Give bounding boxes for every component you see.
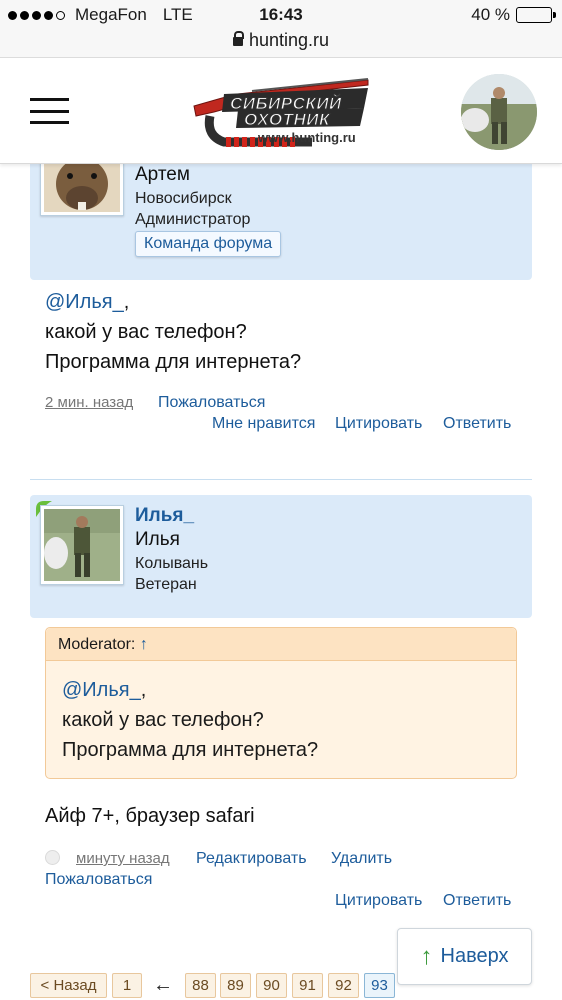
page-link[interactable]: 91 [292, 973, 323, 998]
avatar-photo [461, 74, 537, 150]
left-arrow-icon[interactable]: ← [153, 973, 173, 997]
quote-line: Программа для интернета? [62, 739, 319, 761]
post-time-link[interactable]: 2 мин. назад [45, 394, 133, 411]
edit-link[interactable]: Редактировать [196, 850, 307, 868]
author-avatar[interactable] [40, 505, 124, 585]
url-text[interactable]: hunting.ru [249, 30, 329, 50]
up-arrow-icon: ↑ [420, 942, 433, 970]
page-link[interactable]: 1 [112, 973, 142, 998]
author-location: Колывань [135, 555, 209, 572]
author-name[interactable]: Артем [135, 164, 190, 186]
scroll-to-top-button[interactable]: ↑ Наверх [397, 928, 532, 985]
report-link[interactable]: Пожаловаться [45, 871, 152, 889]
address-bar[interactable]: hunting.ru [0, 30, 562, 58]
page-link[interactable]: 89 [220, 973, 251, 998]
report-link[interactable]: Пожаловаться [158, 394, 265, 412]
post-message: Айф 7+, браузер safari [45, 805, 255, 827]
post-author-card: Артем Новосибирск Администратор Команда … [30, 136, 532, 280]
mention-link[interactable]: @Илья_ [62, 679, 141, 701]
scroll-to-top-label: Наверх [440, 945, 509, 967]
mention-suffix: , [140, 679, 147, 701]
battery-percent: 40 % [471, 5, 510, 24]
page-link[interactable]: 92 [328, 973, 359, 998]
quote-link[interactable]: Цитировать [335, 892, 422, 910]
site-logo[interactable]: СИБИРСКИЙ ОХОТНИК www.hunting.ru [192, 76, 372, 148]
lock-icon [232, 31, 244, 46]
post-message: @Илья_, какой у вас телефон? Программа д… [45, 287, 301, 377]
post-time-link[interactable]: минуту назад [76, 850, 170, 867]
site-header: СИБИРСКИЙ ОХОТНИК www.hunting.ru [0, 58, 562, 164]
mention-suffix: , [123, 291, 130, 313]
post-author-card: Илья_ Илья Колывань Ветеран [30, 495, 532, 618]
page-link[interactable]: 88 [185, 973, 216, 998]
delete-link[interactable]: Удалить [331, 850, 392, 868]
author-rank: Администратор [135, 211, 251, 228]
user-avatar[interactable] [461, 74, 537, 150]
author-username[interactable]: Илья_ [135, 505, 194, 527]
prev-page-button[interactable]: < Назад [30, 973, 107, 998]
logo-line-2: ОХОТНИК [244, 110, 330, 130]
page-link[interactable]: 90 [256, 973, 287, 998]
hunter-avatar-icon [44, 509, 120, 581]
current-page: 93 [364, 973, 395, 998]
message-line: какой у вас телефон? [45, 321, 247, 343]
quote-link[interactable]: Цитировать [335, 415, 422, 433]
select-post-checkbox[interactable] [45, 850, 60, 865]
author-name: Илья [135, 529, 180, 550]
quote-header: Moderator: ↑ [46, 628, 516, 661]
like-link[interactable]: Мне нравится [212, 415, 315, 433]
status-bar: MegaFon LTE 16:43 40 % [0, 0, 562, 30]
quote-block: Moderator: ↑ @Илья_, какой у вас телефон… [45, 627, 517, 779]
reply-link[interactable]: Ответить [443, 415, 511, 433]
team-badge[interactable]: Команда форума [135, 231, 282, 257]
quote-author: Moderator: [58, 636, 136, 653]
reply-link[interactable]: Ответить [443, 892, 511, 910]
logo-url: www.hunting.ru [258, 130, 356, 145]
mention-link[interactable]: @Илья_ [45, 291, 124, 313]
post-divider [30, 479, 532, 480]
author-location: Новосибирск [135, 190, 232, 207]
author-rank: Ветеран [135, 576, 197, 593]
menu-icon[interactable] [30, 98, 69, 124]
quote-line: какой у вас телефон? [62, 709, 264, 731]
battery-status: 40 % [471, 5, 556, 25]
battery-icon [516, 7, 556, 23]
quote-body: @Илья_, какой у вас телефон? Программа д… [62, 675, 318, 765]
message-line: Программа для интернета? [45, 351, 302, 373]
quote-source-arrow-icon[interactable]: ↑ [140, 636, 148, 653]
